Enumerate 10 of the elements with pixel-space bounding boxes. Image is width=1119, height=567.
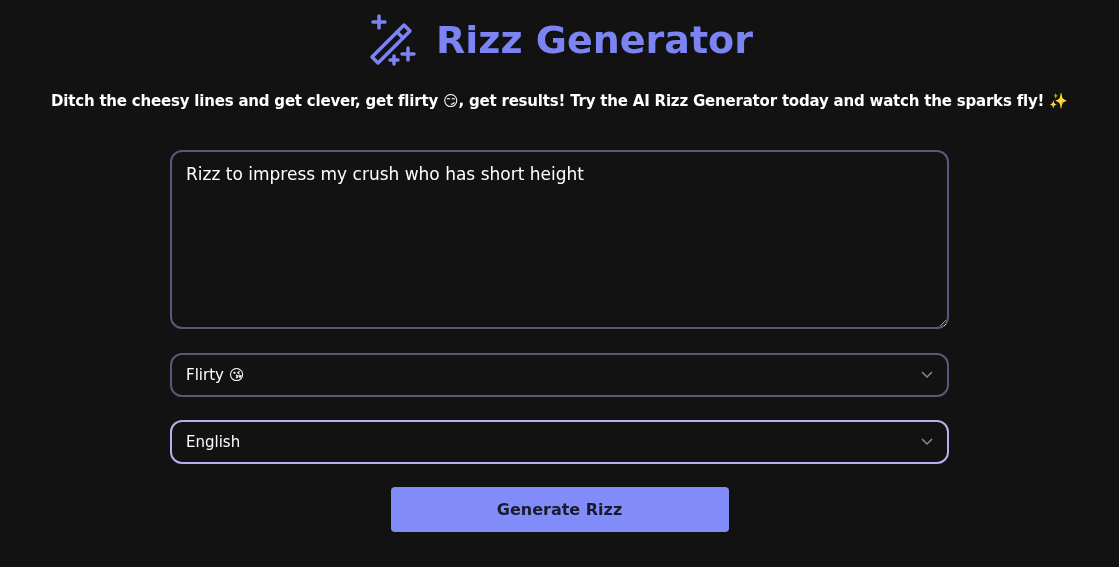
app-title: Rizz Generator bbox=[436, 18, 753, 62]
generate-button[interactable]: Generate Rizz bbox=[390, 487, 729, 532]
chevron-down-icon bbox=[921, 371, 933, 379]
dropdown[interactable]: English bbox=[170, 420, 949, 464]
chevron-down-icon bbox=[921, 438, 933, 446]
prompt-field[interactable]: Rizz to impress my crush who has short height bbox=[170, 150, 949, 329]
dropdown-value: English bbox=[186, 433, 241, 451]
dropdown[interactable]: Flirty 😘 bbox=[170, 353, 949, 397]
tagline: Ditch the cheesy lines and get clever, get flirty 😏, get results! Try the AI Rizz Generator today and watch the sparks fly! ✨ bbox=[51, 92, 1068, 110]
dropdown-value: Flirty 😘 bbox=[186, 366, 245, 384]
